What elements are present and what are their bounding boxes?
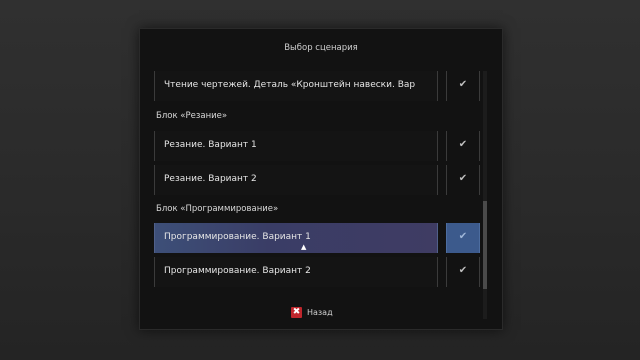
list-item-drawing-reading[interactable]: Чтение чертежей. Деталь «Кронштейн навес… xyxy=(154,71,480,101)
list-item-checkbox[interactable]: ✔ xyxy=(446,71,480,101)
list-item-label: Чтение чертежей. Деталь «Кронштейн навес… xyxy=(164,80,416,90)
check-icon: ✔ xyxy=(458,139,468,150)
mouse-cursor-icon: ▲ xyxy=(301,243,307,251)
check-icon: ✔ xyxy=(458,231,468,242)
list-item-checkbox[interactable]: ✔ xyxy=(446,223,480,253)
list-item-body[interactable]: Программирование. Вариант 2 xyxy=(154,257,438,287)
list-item-body[interactable]: Резание. Вариант 2 xyxy=(154,165,438,195)
list-item-body[interactable]: Чтение чертежей. Деталь «Кронштейн навес… xyxy=(154,71,438,101)
list-item-checkbox[interactable]: ✔ xyxy=(446,257,480,287)
list-item-label: Резание. Вариант 1 xyxy=(164,140,257,150)
scenario-dialog: Выбор сценария Чтение чертежей. Деталь «… xyxy=(139,28,503,330)
list-item-cutting-1[interactable]: Резание. Вариант 1 ✔ xyxy=(154,131,480,161)
back-button-label: Назад xyxy=(307,307,333,317)
list-item-cutting-2[interactable]: Резание. Вариант 2 ✔ xyxy=(154,165,480,195)
list-item-body[interactable]: Резание. Вариант 1 xyxy=(154,131,438,161)
list-item-label: Программирование. Вариант 1 xyxy=(164,232,311,242)
list-item-label: Резание. Вариант 2 xyxy=(164,174,257,184)
group-heading-cutting: Блок «Резание» xyxy=(156,111,228,121)
list-item-label: Программирование. Вариант 2 xyxy=(164,266,311,276)
list-item-checkbox[interactable]: ✔ xyxy=(446,131,480,161)
check-icon: ✔ xyxy=(458,79,468,90)
list-scrollbar[interactable] xyxy=(483,71,487,319)
check-icon: ✔ xyxy=(458,173,468,184)
check-icon: ✔ xyxy=(458,265,468,276)
group-heading-programming: Блок «Программирование» xyxy=(156,204,279,214)
list-item-body[interactable]: Программирование. Вариант 1 ▲ xyxy=(154,223,438,253)
back-button[interactable]: ✖ Назад xyxy=(291,305,333,319)
dialog-title: Выбор сценария xyxy=(284,43,358,53)
list-item-programming-2[interactable]: Программирование. Вариант 2 ✔ xyxy=(154,257,480,287)
close-icon: ✖ xyxy=(291,306,302,318)
list-item-checkbox[interactable]: ✔ xyxy=(446,165,480,195)
scrollbar-thumb[interactable] xyxy=(483,201,487,289)
list-item-programming-1[interactable]: Программирование. Вариант 1 ▲ ✔ xyxy=(154,223,480,253)
scenario-list: Чтение чертежей. Деталь «Кронштейн навес… xyxy=(154,71,490,321)
